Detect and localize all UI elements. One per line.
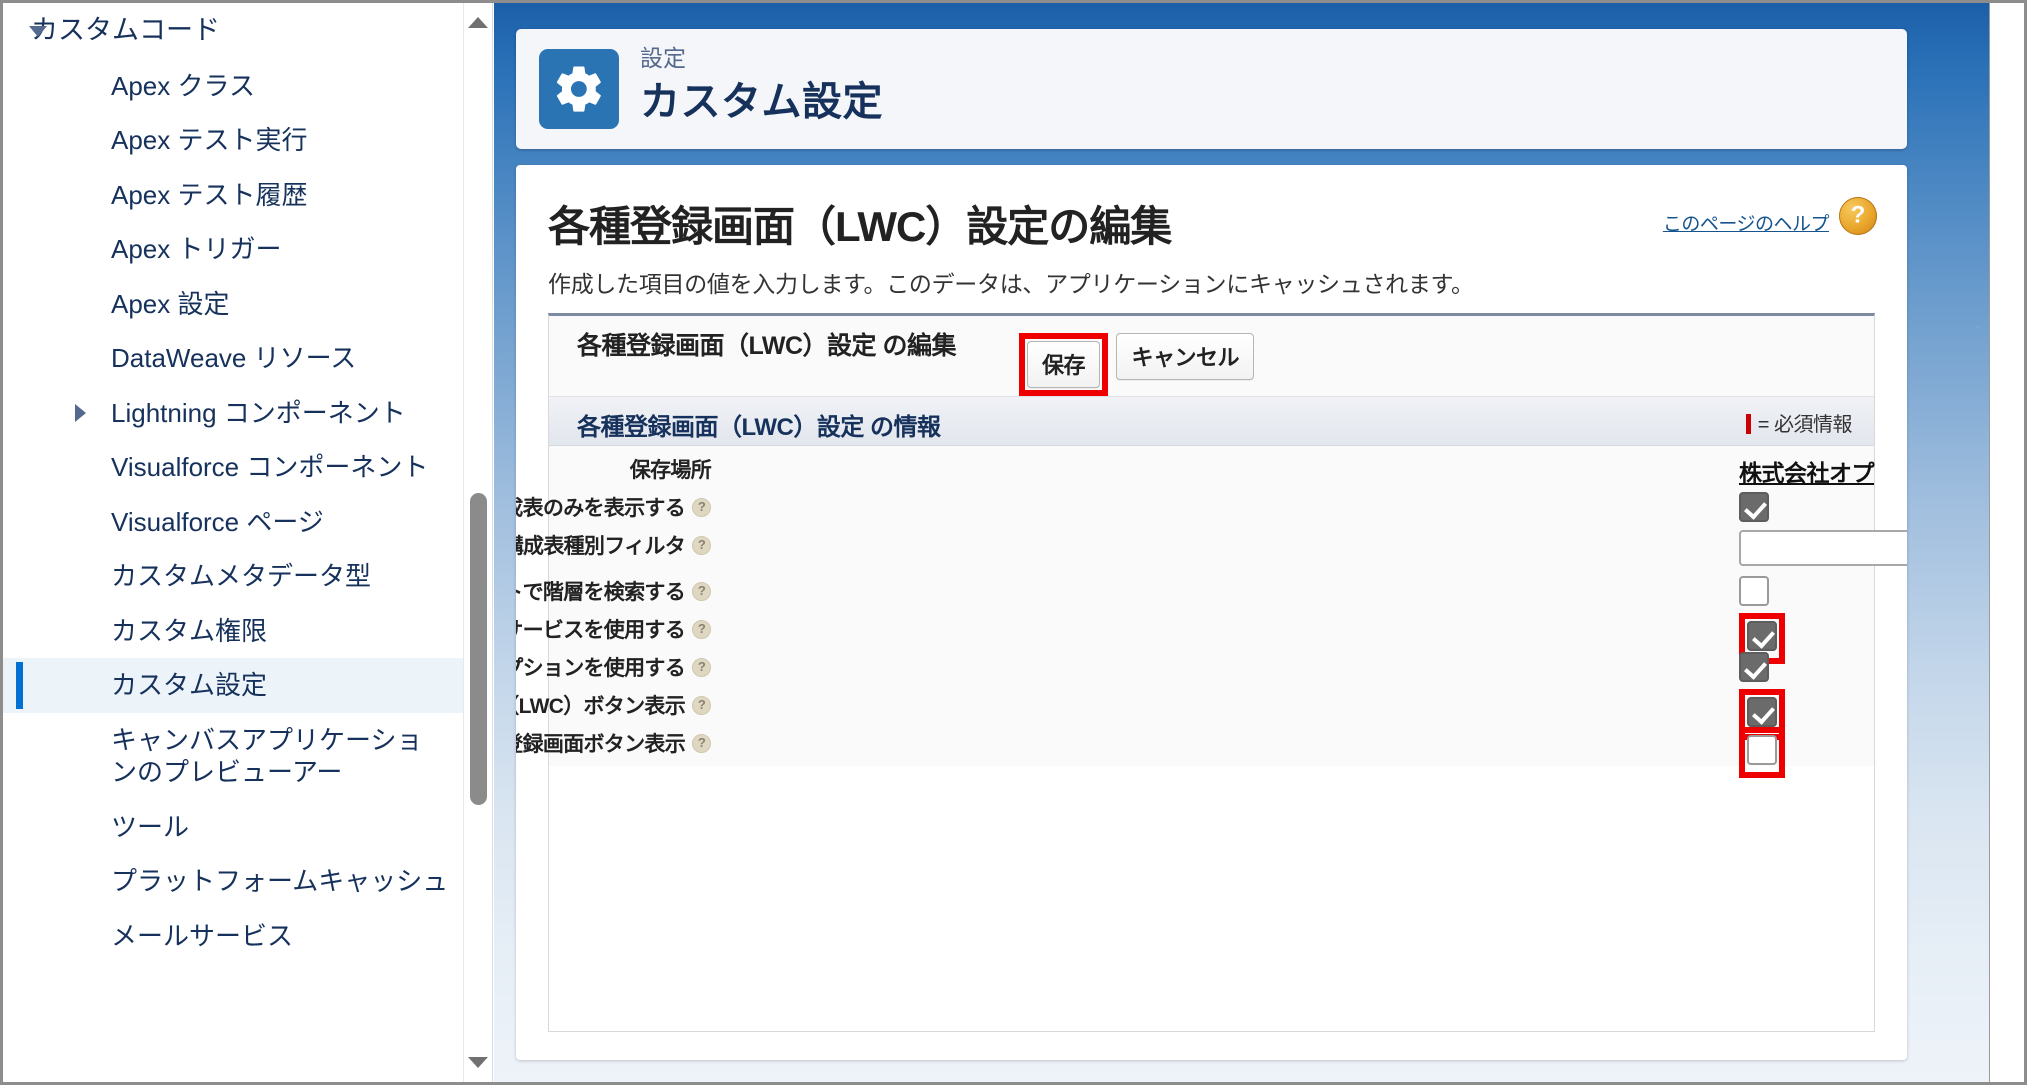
window-border — [0, 0, 2027, 1085]
app-window: カスタムコード Apex クラス Apex テスト実行 Apex テスト履歴 Apex … — [0, 0, 2027, 1085]
